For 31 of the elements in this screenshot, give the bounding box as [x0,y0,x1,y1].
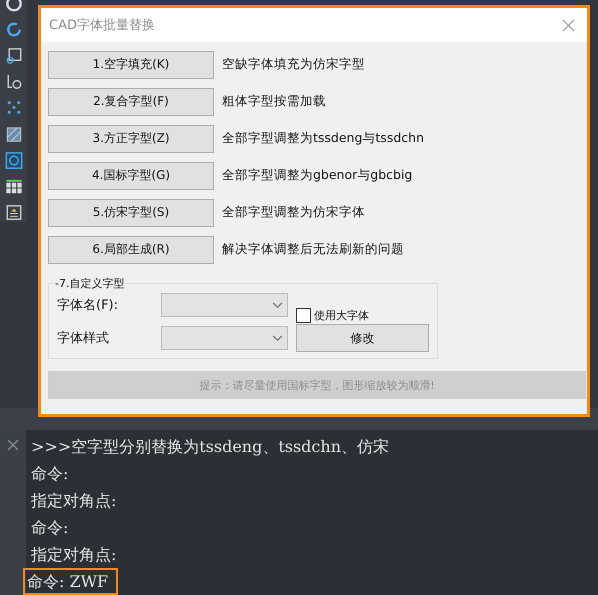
command-line: >>>空字型分别替换为tssdeng、tssdchn、仿宋 [30,436,390,458]
close-icon[interactable] [6,438,20,452]
action-button[interactable]: 4.国标字型(G) [48,162,214,190]
window-title: CAD字体批量替换 [49,17,155,34]
action-button[interactable]: 3.方正字型(Z) [48,124,214,152]
action-description: 空缺字体填充为仿宋字型 [222,56,365,73]
action-button[interactable]: 1.空字填充(K) [48,50,214,78]
chevron-icon [272,334,283,342]
action-description: 粗体字型按需加载 [222,93,326,110]
action-description: 解决字体调整后无法刷新的问题 [222,241,404,258]
region-icon[interactable] [4,150,24,170]
action-button[interactable]: 6.局部生成(R) [48,236,214,264]
font-style-label: 字体样式 [57,330,110,347]
command-line: 命令: [30,517,70,539]
command-line: 指定对角点: [30,490,118,512]
modify-button[interactable]: 修改 [296,324,429,352]
close-icon[interactable] [562,18,575,32]
action-description: 全部字型调整为tssdeng与tssdchn [222,130,424,147]
checkbox[interactable] [296,308,311,323]
font-name-label: 字体名(F): [57,297,120,314]
attribute-icon[interactable] [4,202,24,222]
chevron-icon [272,302,283,308]
action-description: 全部字型调整为仿宋字体 [222,204,365,221]
action-button[interactable]: 5.仿宋字型(S) [48,198,214,226]
group-legend: -7.自定义字型 [54,276,126,291]
command-line: 命令: [30,463,70,485]
action-description: 全部字型调整为gbenor与gbcbig [222,167,412,184]
scale-icon[interactable] [4,46,24,66]
checkbox-label: 使用大字体 [314,308,369,323]
action-button[interactable]: 2.复合字型(F) [48,88,214,116]
command-line: 指定对角点: [30,544,118,566]
